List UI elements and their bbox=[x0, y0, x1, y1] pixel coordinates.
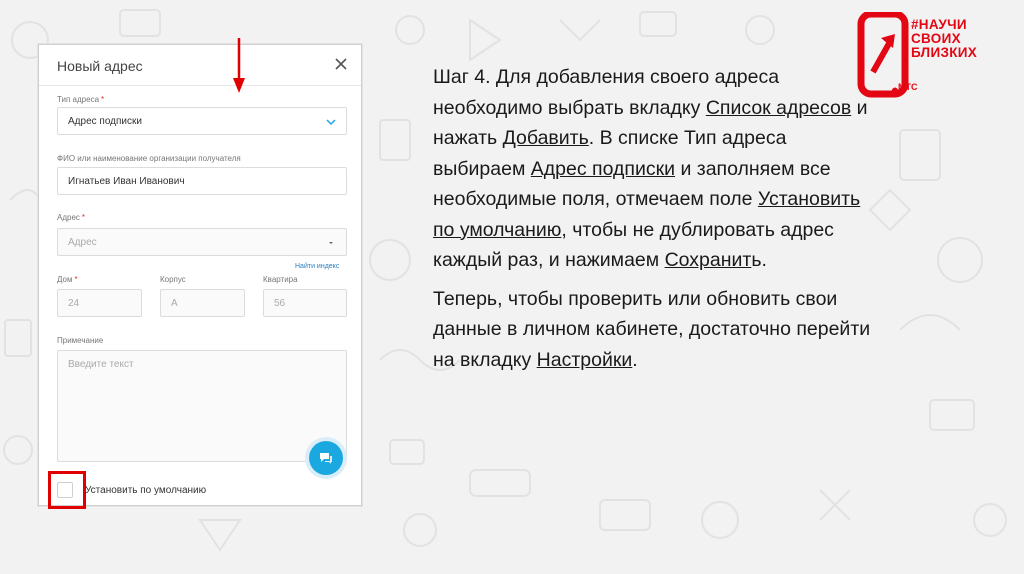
dialog-title: Новый адрес bbox=[57, 58, 143, 74]
apartment-placeholder: 56 bbox=[274, 297, 286, 309]
logo-line-1: #НАУЧИ bbox=[911, 17, 967, 32]
building-placeholder: А bbox=[171, 297, 178, 309]
close-icon[interactable] bbox=[333, 56, 349, 72]
address-type-label: Тип адреса * bbox=[57, 95, 105, 104]
default-checkbox-label: Установить по умолчанию bbox=[85, 485, 207, 496]
instruction-paragraph-1: Шаг 4. Для добавления своего адреса необ… bbox=[433, 66, 868, 271]
chat-button[interactable] bbox=[309, 441, 343, 475]
caret-down-icon bbox=[329, 242, 333, 244]
address-type-value: Адрес подписки bbox=[68, 115, 142, 127]
address-type-select[interactable]: Адрес подписки bbox=[57, 107, 347, 135]
apartment-input[interactable]: 56 bbox=[263, 289, 347, 317]
recipient-value: Игнатьев Иван Иванович bbox=[68, 175, 185, 187]
recipient-label: ФИО или наименование организации получат… bbox=[57, 154, 241, 163]
chevron-down-icon bbox=[326, 119, 336, 126]
building-label: Корпус bbox=[160, 275, 186, 284]
note-placeholder: Введите текст bbox=[68, 359, 134, 370]
logo-brand: МТС bbox=[898, 82, 918, 92]
chat-icon bbox=[320, 453, 332, 464]
instruction-text: Шаг 4. Для добавления своего адреса необ… bbox=[433, 62, 873, 383]
logo-slogan: #НАУЧИ СВОИХ БЛИЗКИХ bbox=[911, 18, 977, 60]
address-label: Адрес * bbox=[57, 213, 86, 222]
red-arrow-annotation bbox=[233, 38, 245, 93]
note-textarea[interactable]: Введите текст bbox=[57, 350, 347, 462]
apartment-label: Квартира bbox=[263, 275, 298, 284]
house-placeholder: 24 bbox=[68, 297, 80, 309]
find-index-link[interactable]: Найти индекс bbox=[295, 263, 339, 270]
instruction-paragraph-2: Теперь, чтобы проверить или обновить сво… bbox=[433, 287, 871, 371]
new-address-dialog: Новый адрес Тип адреса * Адрес подписки Ф… bbox=[38, 44, 362, 506]
note-label: Примечание bbox=[57, 336, 104, 345]
building-input[interactable]: А bbox=[160, 289, 245, 317]
recipient-input[interactable]: Игнатьев Иван Иванович bbox=[57, 167, 347, 195]
red-highlight-box bbox=[48, 471, 86, 509]
dialog-divider bbox=[39, 85, 361, 86]
address-input[interactable]: Адрес bbox=[57, 228, 347, 256]
house-label: Дом * bbox=[57, 275, 78, 284]
house-input[interactable]: 24 bbox=[57, 289, 142, 317]
address-placeholder: Адрес bbox=[68, 236, 97, 248]
logo-line-2: СВОИХ bbox=[911, 31, 961, 46]
logo-line-3: БЛИЗКИХ bbox=[911, 45, 978, 60]
